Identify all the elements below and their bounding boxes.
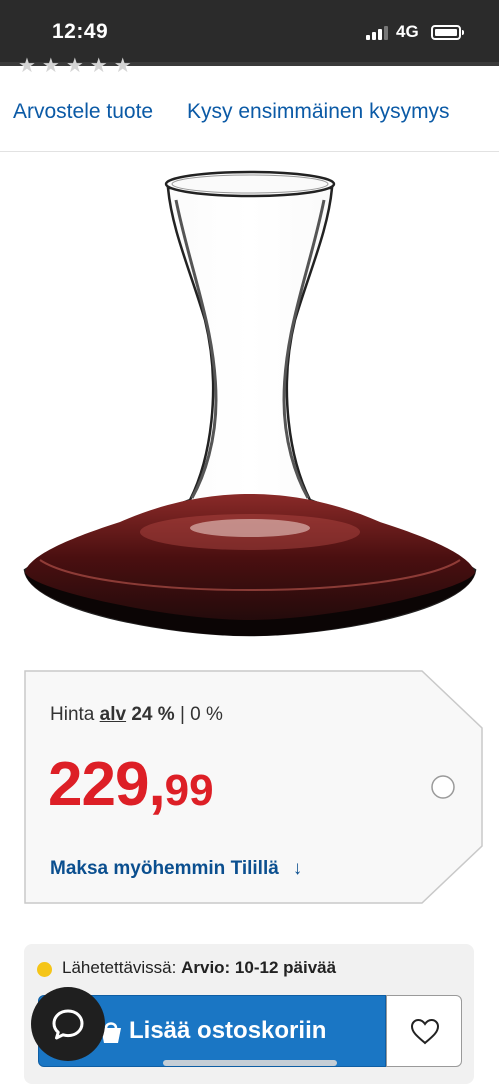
signal-icon — [366, 26, 388, 40]
delivery-estimate: Arvio: 10-12 päivää — [181, 958, 337, 977]
home-indicator — [163, 1060, 337, 1066]
vat-rate[interactable]: 24 % — [131, 704, 174, 725]
network-type: 4G — [396, 22, 419, 41]
ask-question-link[interactable]: Kysy ensimmäinen kysymys — [187, 100, 450, 124]
pay-later-label: Maksa myöhemmin Tilillä — [50, 858, 279, 879]
delivery-status-label: Lähetettävissä: — [62, 958, 177, 977]
status-bar: 12:49 4G — [0, 0, 499, 62]
decanter-image — [23, 170, 477, 637]
rating-stars: ★★★★★ — [18, 56, 138, 72]
review-links: Arvostele tuote Kysy ensimmäinen kysymys — [0, 100, 499, 130]
add-to-cart-label: Lisää ostoskoriin — [129, 1017, 327, 1044]
review-product-link[interactable]: Arvostele tuote — [13, 100, 153, 124]
price-value: 229,99 — [48, 750, 214, 826]
price-vat-label: Hinta alv 24 % | 0 % — [50, 704, 223, 726]
vat-separator: | — [179, 704, 185, 725]
delivery-status: Lähetettävissä: Arvio: 10-12 päivää — [62, 958, 336, 978]
vat-zero[interactable]: 0 % — [190, 704, 223, 725]
chat-button[interactable] — [31, 987, 105, 1061]
price-whole: 229, — [48, 750, 166, 819]
battery-icon — [431, 25, 464, 40]
heart-icon — [410, 1018, 440, 1045]
status-time: 12:49 — [52, 20, 109, 43]
price-label-prefix: Hinta — [50, 704, 95, 725]
pay-later-link[interactable]: Maksa myöhemmin Tilillä ↓ — [50, 858, 302, 880]
wishlist-button[interactable] — [386, 995, 462, 1067]
arrow-down-icon: ↓ — [292, 858, 303, 879]
chat-icon — [52, 1009, 84, 1040]
section-divider — [0, 151, 499, 152]
price-cents: 99 — [164, 766, 214, 815]
availability-dot-icon — [37, 962, 52, 977]
price-card: Hinta alv 24 % | 0 % 229,99 Maksa myöhem… — [24, 670, 484, 904]
vat-toggle[interactable]: alv — [100, 704, 126, 725]
